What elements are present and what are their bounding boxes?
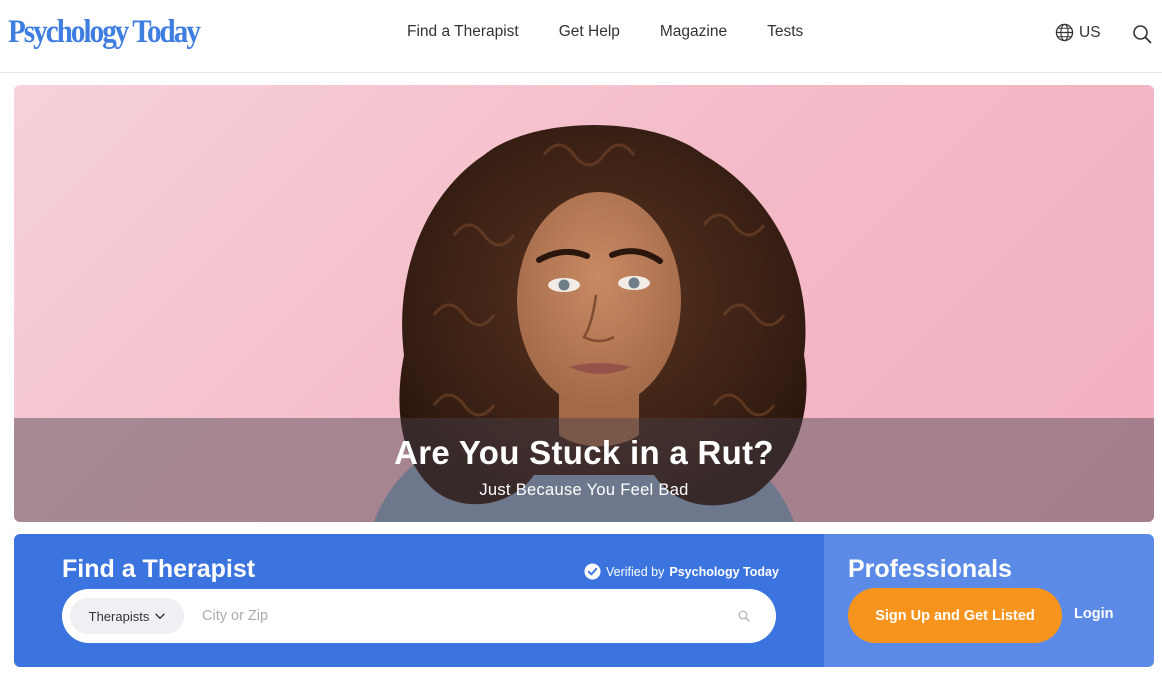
search-icon[interactable]	[1132, 24, 1152, 44]
region-selector[interactable]: US	[1055, 23, 1101, 42]
provider-type-value: Therapists	[88, 608, 150, 624]
therapist-search-bar: Therapists	[62, 589, 776, 643]
hero-subtitle: Just Because You Feel Bad	[479, 481, 689, 499]
verified-prefix: Verified by	[606, 564, 665, 579]
city-or-zip-input[interactable]	[202, 598, 722, 634]
professionals-title: Professionals	[848, 555, 1012, 583]
main-nav: Find a Therapist Get Help Magazine Tests	[407, 22, 843, 42]
hero-banner[interactable]: Are You Stuck in a Rut? Just Because You…	[14, 85, 1154, 522]
nav-find-therapist[interactable]: Find a Therapist	[407, 22, 519, 42]
nav-get-help[interactable]: Get Help	[559, 22, 620, 42]
check-circle-icon	[584, 563, 601, 580]
search-icon[interactable]	[738, 610, 750, 622]
site-header: Psychology Today Find a Therapist Get He…	[0, 0, 1162, 73]
globe-icon	[1055, 23, 1074, 42]
find-therapist-panel: Find a Therapist Verified by Psychology …	[14, 534, 824, 667]
sign-up-button[interactable]: Sign Up and Get Listed	[848, 588, 1062, 643]
provider-type-select[interactable]: Therapists	[70, 598, 184, 634]
find-therapist-title: Find a Therapist	[62, 555, 256, 583]
verified-badge: Verified by Psychology Today	[584, 563, 779, 580]
professionals-panel: Professionals Sign Up and Get Listed Log…	[824, 534, 1154, 667]
verified-brand: Psychology Today	[669, 564, 779, 579]
region-label: US	[1079, 23, 1101, 41]
nav-tests[interactable]: Tests	[767, 22, 803, 42]
site-logo[interactable]: Psychology Today	[8, 12, 201, 52]
nav-magazine[interactable]: Magazine	[660, 22, 727, 42]
chevron-down-icon	[155, 613, 166, 619]
login-link[interactable]: Login	[1074, 606, 1113, 622]
hero-title[interactable]: Are You Stuck in a Rut?	[14, 434, 1154, 472]
